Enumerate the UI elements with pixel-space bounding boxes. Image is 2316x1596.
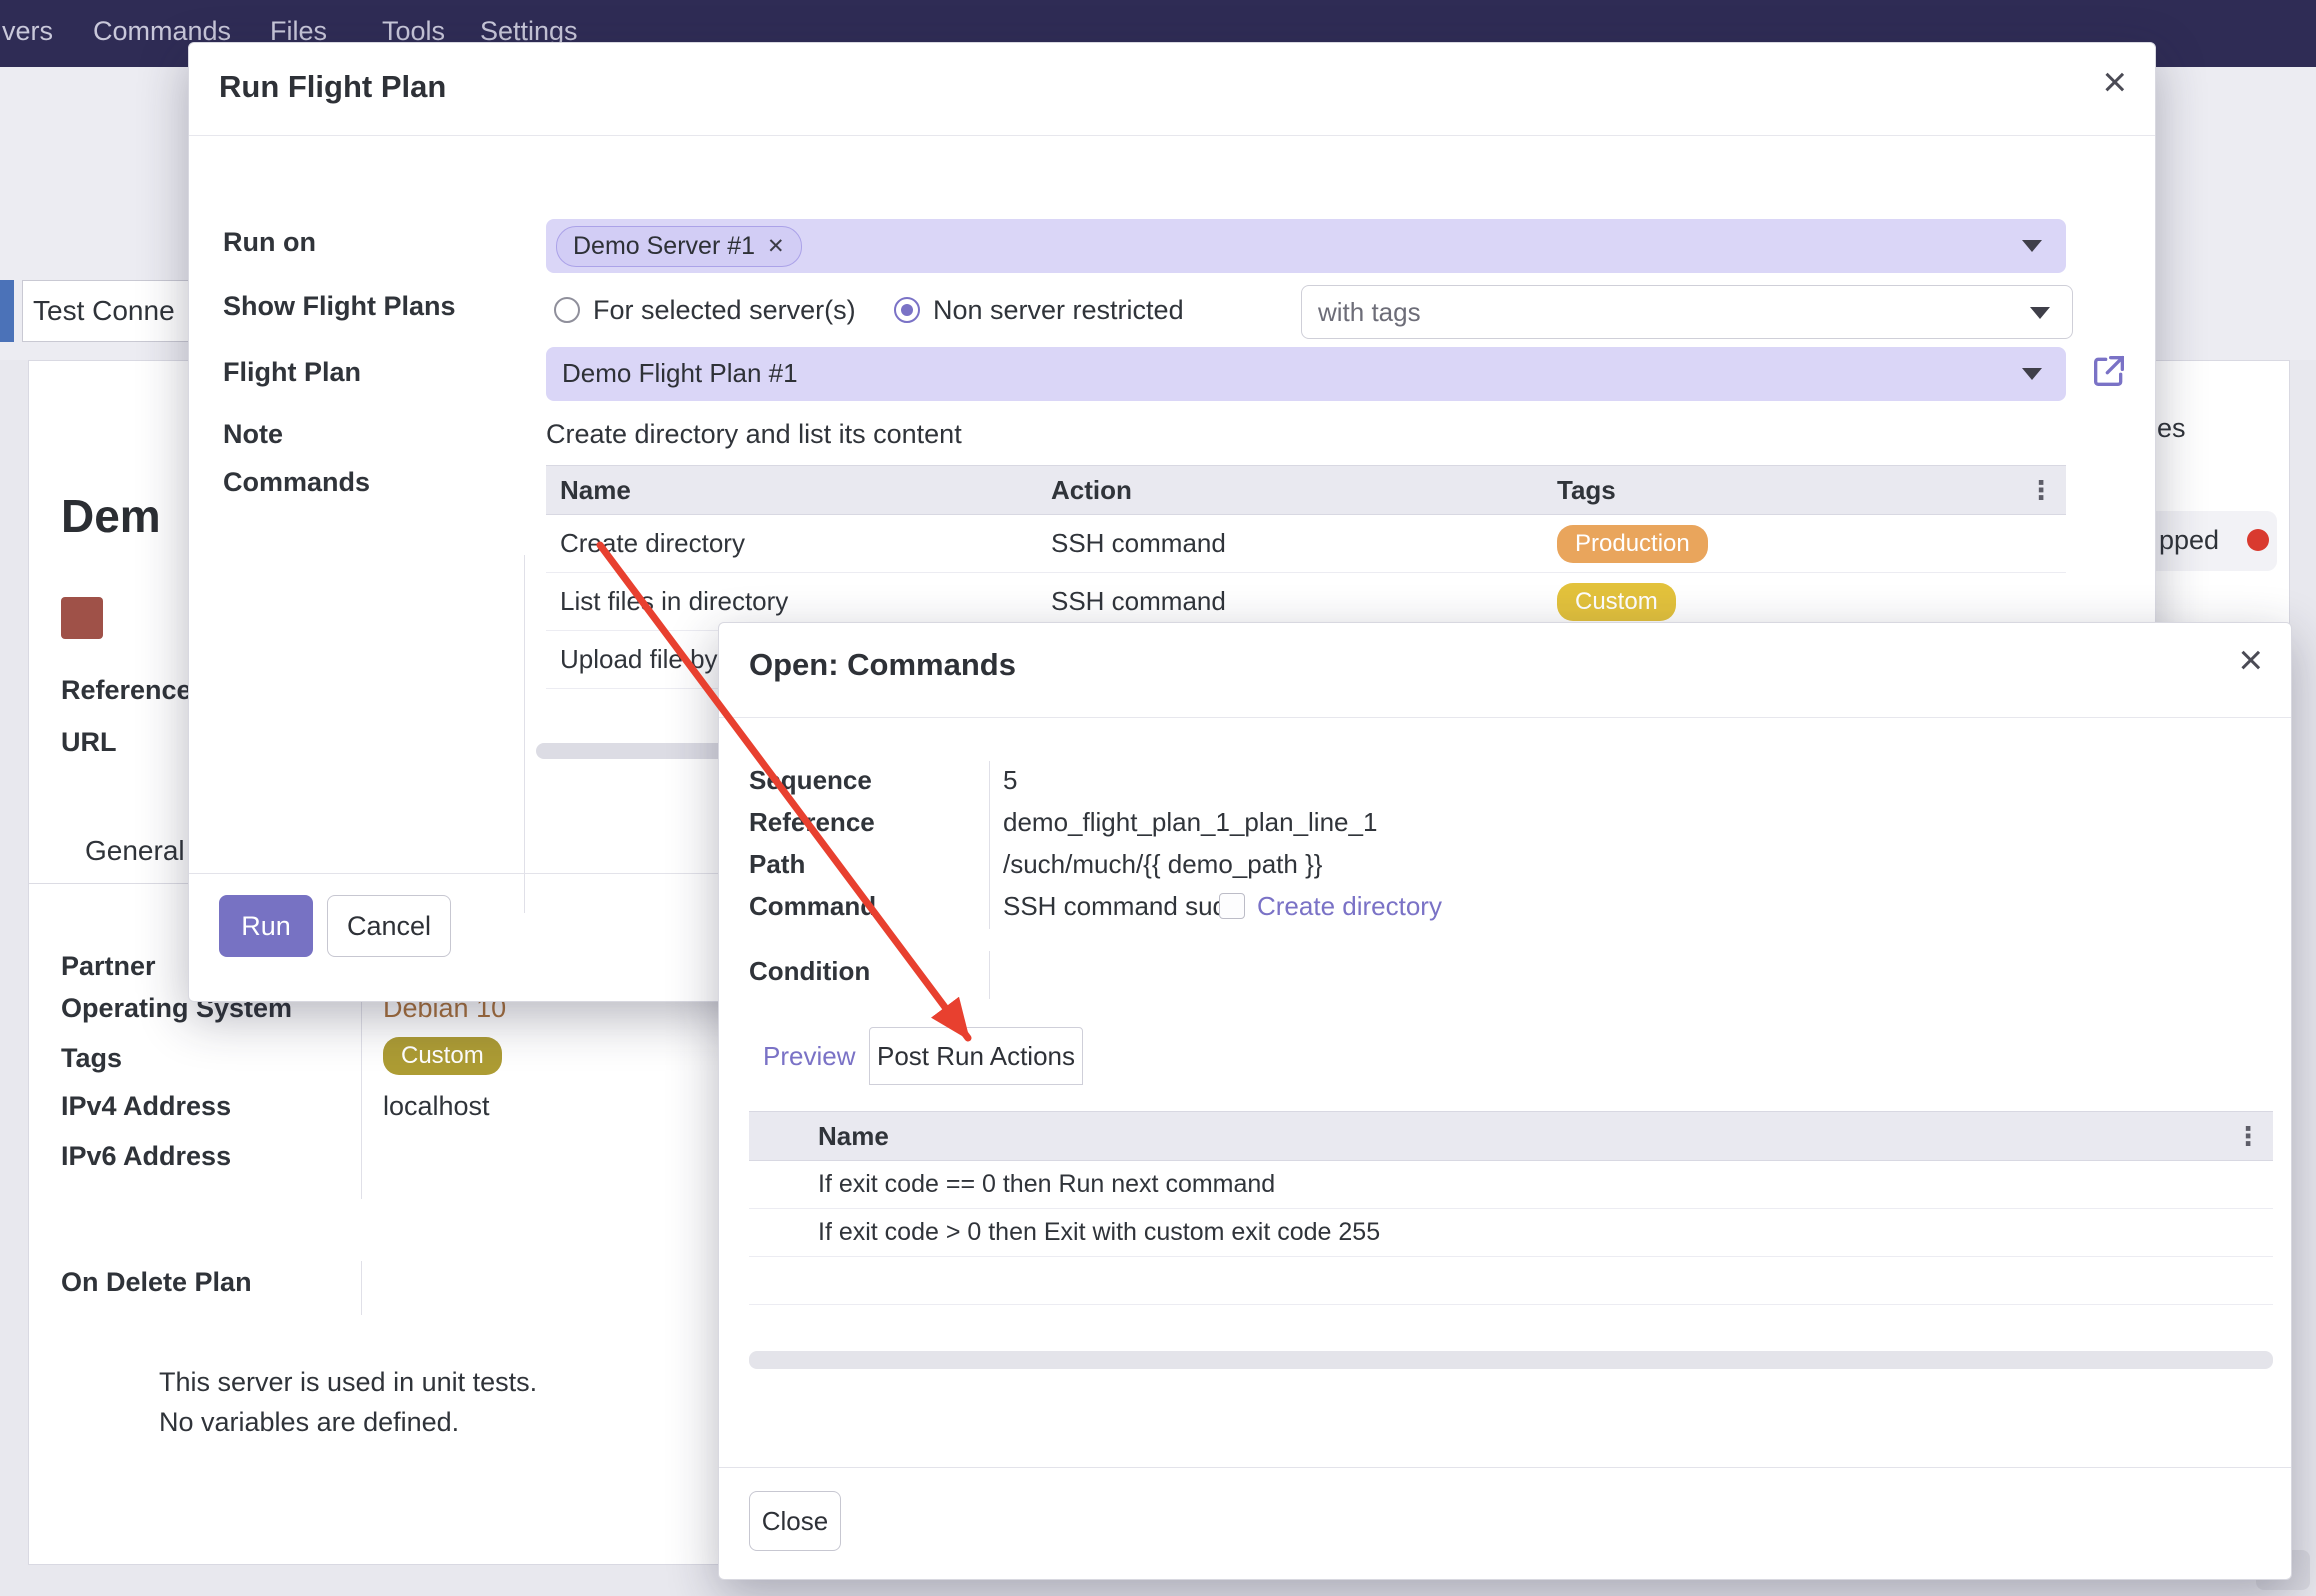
commands-table-header: Name Action Tags ⋮ (546, 465, 2066, 515)
test-connection-button[interactable]: Test Conne (22, 280, 190, 342)
truncated-heading-fragment: es (2157, 413, 2186, 444)
chevron-down-icon (2030, 307, 2050, 319)
ipv4-value: localhost (383, 1091, 490, 1122)
flight-plan-value: Demo Flight Plan #1 (562, 358, 798, 389)
kebab-menu-icon[interactable]: ⋮ (2022, 475, 2066, 506)
command-value: SSH command sudo (1003, 891, 1241, 922)
open-commands-modal: Open: Commands × Sequence 5 Reference de… (718, 622, 2292, 1580)
reference-label: Reference (749, 807, 875, 838)
left-button-fragment[interactable] (0, 280, 14, 342)
unit-test-note-line1: This server is used in unit tests. (159, 1367, 537, 1398)
condition-label: Condition (749, 956, 870, 987)
row-tags: Production (1557, 525, 2022, 563)
post-run-table-header: Name ⋮ (749, 1111, 2273, 1161)
label-value-divider (989, 761, 990, 929)
condition-divider (989, 951, 990, 999)
tab-general[interactable]: General (85, 835, 185, 867)
flight-plan-label: Flight Plan (223, 357, 361, 388)
run-on-label: Run on (223, 227, 316, 258)
post-run-actions-table: Name ⋮ If exit code == 0 then Run next c… (749, 1111, 2273, 1305)
tags-label: Tags (61, 1043, 122, 1074)
note-label: Note (223, 419, 283, 450)
screen: vers Commands Files Tools Settings Test … (0, 0, 2316, 1596)
server-chip: Demo Server #1 ✕ (556, 226, 802, 267)
cancel-button[interactable]: Cancel (327, 895, 451, 957)
note-value: Create directory and list its content (546, 419, 962, 450)
path-label: Path (749, 849, 805, 880)
empty-row (749, 1257, 2273, 1305)
nav-item-servers[interactable]: vers (2, 16, 53, 47)
color-swatch[interactable] (61, 597, 103, 639)
chevron-down-icon (2022, 240, 2042, 252)
reference-value: demo_flight_plan_1_plan_line_1 (1003, 807, 1377, 838)
run-button[interactable]: Run (219, 895, 313, 957)
flight-plan-select[interactable]: Demo Flight Plan #1 (546, 347, 2066, 401)
tab-preview[interactable]: Preview (763, 1041, 855, 1072)
close-icon[interactable]: × (2102, 61, 2127, 103)
run-modal-title: Run Flight Plan (219, 69, 446, 105)
on-delete-plan-label: On Delete Plan (61, 1267, 252, 1298)
radio-for-selected-label: For selected server(s) (593, 295, 856, 326)
command-checkbox[interactable] (1219, 893, 1245, 919)
tab-post-run-actions[interactable]: Post Run Actions (869, 1027, 1083, 1085)
production-badge: Production (1557, 525, 1708, 563)
radio-non-server-restricted[interactable] (894, 297, 920, 323)
commands-label: Commands (223, 467, 370, 498)
row-tags: Custom (1557, 583, 2022, 621)
sequence-value: 5 (1003, 765, 1017, 796)
with-tags-select[interactable]: with tags (1301, 285, 2073, 339)
open-modal-title: Open: Commands (749, 647, 1016, 683)
col-name: Name (546, 475, 1051, 506)
reference-label: Reference (61, 675, 192, 706)
unit-test-note-line2: No variables are defined. (159, 1407, 459, 1438)
label-column-divider (524, 555, 525, 913)
close-icon[interactable]: × (2238, 639, 2263, 681)
ipv4-label: IPv4 Address (61, 1091, 231, 1122)
radio-non-server-label: Non server restricted (933, 295, 1184, 326)
url-label: URL (61, 727, 117, 758)
radio-for-selected-servers[interactable] (554, 297, 580, 323)
show-flight-plans-label: Show Flight Plans (223, 291, 456, 322)
field-column-divider-2 (361, 1261, 362, 1315)
test-connection-label: Test Conne (33, 295, 175, 327)
command-label: Command (749, 891, 876, 922)
status-stopped-dot (2247, 529, 2269, 551)
row-action: SSH command (1051, 528, 1557, 559)
custom-badge: Custom (1557, 583, 1676, 621)
external-link-icon (2089, 351, 2129, 391)
path-value: /such/much/{{ demo_path }} (1003, 849, 1322, 880)
server-name-heading: Dem (61, 489, 161, 543)
col-name: Name (804, 1121, 2229, 1152)
footer-divider (719, 1467, 2291, 1468)
kebab-menu-icon[interactable]: ⋮ (2229, 1121, 2273, 1152)
row-name: List files in directory (546, 586, 1051, 617)
create-directory-link[interactable]: Create directory (1257, 891, 1442, 922)
table-scrollbar[interactable] (749, 1351, 2273, 1369)
run-on-select[interactable]: Demo Server #1 ✕ (546, 219, 2066, 273)
with-tags-value: with tags (1318, 297, 1421, 328)
tags-badge: Custom (383, 1037, 502, 1075)
partner-label: Partner (61, 951, 156, 982)
col-tags: Tags (1557, 475, 2022, 506)
open-external-button[interactable] (2089, 351, 2129, 391)
close-button[interactable]: Close (749, 1491, 841, 1551)
header-divider (189, 135, 2155, 136)
chip-remove-icon[interactable]: ✕ (767, 234, 785, 259)
ipv6-label: IPv6 Address (61, 1141, 231, 1172)
row-name: Create directory (546, 528, 1051, 559)
table-row[interactable]: If exit code > 0 then Exit with custom e… (749, 1209, 2273, 1257)
header-divider (719, 717, 2291, 718)
chevron-down-icon (2022, 368, 2042, 380)
table-row[interactable]: If exit code == 0 then Run next command (749, 1161, 2273, 1209)
status-badge-label: pped (2159, 525, 2219, 556)
row-text: If exit code == 0 then Run next command (818, 1170, 1275, 1199)
col-action: Action (1051, 475, 1557, 506)
row-text: If exit code > 0 then Exit with custom e… (818, 1218, 1380, 1247)
table-row[interactable]: Create directory SSH command Production (546, 515, 2066, 573)
row-action: SSH command (1051, 586, 1557, 617)
server-chip-label: Demo Server #1 (573, 232, 755, 261)
sequence-label: Sequence (749, 765, 872, 796)
